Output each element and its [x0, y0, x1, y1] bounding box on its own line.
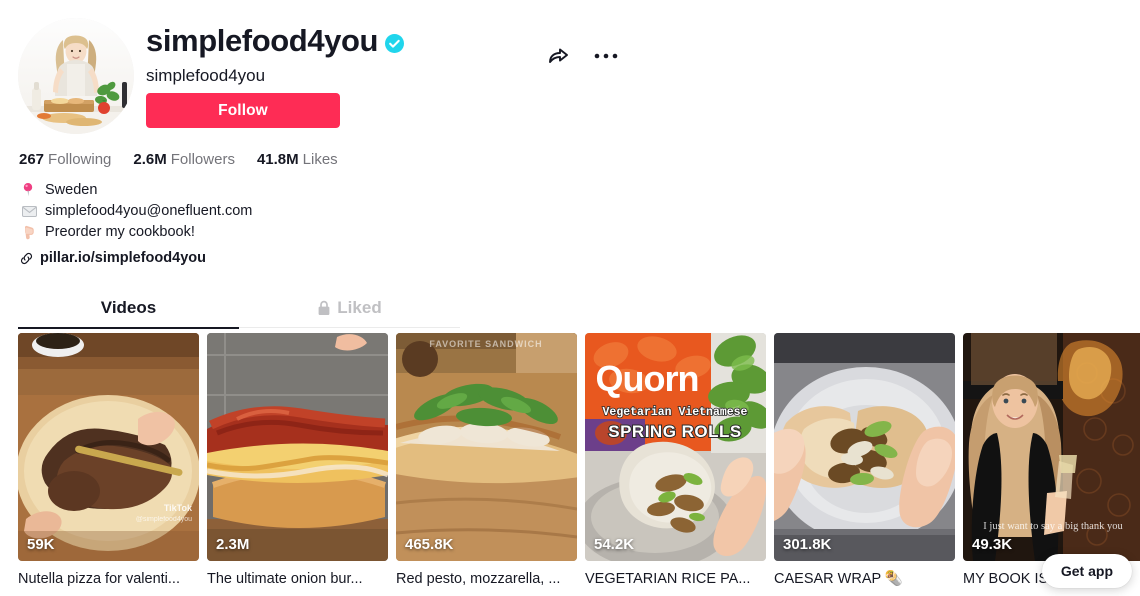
- play-count: 54.2K: [594, 536, 634, 553]
- bio-link-row[interactable]: pillar.io/simplefood4you: [19, 250, 206, 266]
- profile-stats: 267 Following 2.6M Followers 41.8M Likes: [19, 151, 338, 168]
- quorn-line1-text: Vegetarian Vietnamese: [603, 406, 748, 419]
- following-count: 267: [19, 151, 45, 168]
- stat-likes: 41.8M Likes: [257, 151, 338, 168]
- play-count: 301.8K: [783, 536, 831, 553]
- thumbnail-pesto-sandwich[interactable]: FAVORITE SANDWICH 465.8K: [396, 333, 577, 561]
- likes-count: 41.8M: [256, 151, 299, 168]
- play-count: 49.3K: [972, 536, 1012, 553]
- play-count: 2.3M: [216, 536, 249, 553]
- profile-bio: Sweden simplefood4you@onefluent.com Preo…: [22, 181, 252, 244]
- watermark-handle: @simplefood4you: [135, 516, 192, 523]
- video-card: 301.8K CAESAR WRAP 🌯: [774, 333, 955, 588]
- video-card: Quorn Vegetarian Vietnamese SPRING ROLLS…: [585, 333, 766, 588]
- more-horizontal-icon: [594, 53, 618, 59]
- video-card: FAVORITE SANDWICH 465.8K Red pesto, mozz…: [396, 333, 577, 588]
- bio-location-text: Sweden: [45, 182, 98, 198]
- pushpin-icon: [22, 183, 40, 197]
- link-chain-icon: [20, 252, 33, 264]
- avatar[interactable]: [18, 18, 134, 134]
- thumbnail-quorn-spring-rolls[interactable]: Quorn Vegetarian Vietnamese SPRING ROLLS…: [585, 333, 766, 561]
- play-icon: [783, 536, 955, 561]
- video-card: TikTok @simplefood4you 59K Nutella pizza…: [18, 333, 199, 588]
- stat-followers[interactable]: 2.6M Followers: [133, 151, 235, 168]
- followers-label: Followers: [170, 151, 235, 168]
- play-icon: [405, 536, 577, 561]
- overlay-text-label: FAVORITE SANDWICH: [429, 339, 542, 349]
- follow-button[interactable]: Follow: [146, 93, 340, 128]
- overlay-thankyou-text: I just want to say a big thank you: [983, 521, 1123, 532]
- nickname: simplefood4you: [146, 66, 266, 85]
- quorn-spring-rolls-image: Quorn Vegetarian Vietnamese SPRING ROLLS: [585, 333, 766, 561]
- video-caption[interactable]: Red pesto, mozzarella, ...: [396, 570, 577, 588]
- thumbnail-onion-burger[interactable]: 2.3M: [207, 333, 388, 561]
- stat-following[interactable]: 267 Following: [19, 151, 111, 168]
- profile-tabs: Videos Liked: [18, 288, 460, 329]
- share-button[interactable]: [546, 44, 570, 68]
- page-title: simplefood4you: [146, 23, 379, 58]
- book-announcement-image: I just want to say a big thank you: [963, 333, 1140, 561]
- play-icon: [27, 536, 199, 561]
- video-grid: TikTok @simplefood4you 59K Nutella pizza…: [18, 333, 1140, 588]
- tab-liked-label: Liked: [337, 298, 382, 317]
- play-count: 59K: [27, 536, 55, 553]
- header-actions: [546, 44, 618, 68]
- tab-liked[interactable]: Liked: [239, 288, 460, 328]
- tiktok-watermark: TikTok @simplefood4you: [136, 503, 192, 525]
- caesar-wrap-image: [774, 333, 955, 561]
- quorn-line2-text: SPRING ROLLS: [608, 422, 742, 441]
- thumbnail-nutella-pizza[interactable]: TikTok @simplefood4you 59K: [18, 333, 199, 561]
- thumbnail-caesar-wrap[interactable]: 301.8K: [774, 333, 955, 561]
- video-caption[interactable]: VEGETARIAN RICE PA...: [585, 570, 766, 588]
- bio-line-email: simplefood4you@onefluent.com: [22, 202, 252, 220]
- video-caption[interactable]: Nutella pizza for valenti...: [18, 570, 199, 588]
- username-row: simplefood4you: [146, 23, 405, 58]
- tab-videos[interactable]: Videos: [18, 288, 239, 329]
- pesto-sandwich-image: FAVORITE SANDWICH: [396, 333, 577, 561]
- nutella-pizza-image: [18, 333, 199, 561]
- watermark-brand: TikTok: [163, 503, 192, 513]
- following-label: Following: [48, 151, 112, 168]
- likes-label: Likes: [302, 151, 338, 168]
- play-icon: [216, 536, 388, 561]
- envelope-icon: [22, 205, 40, 217]
- bio-email-text: simplefood4you@onefluent.com: [45, 203, 253, 219]
- video-caption[interactable]: CAESAR WRAP 🌯: [774, 570, 955, 588]
- play-count: 465.8K: [405, 536, 453, 553]
- more-options-button[interactable]: [594, 52, 618, 60]
- bio-line-cookbook: Preorder my cookbook!: [22, 223, 252, 241]
- share-arrow-icon: [549, 48, 568, 63]
- video-card: 2.3M The ultimate onion bur...: [207, 333, 388, 588]
- bio-cookbook-text: Preorder my cookbook!: [45, 224, 195, 240]
- tiktok-profile-page: simplefood4you simplefood4you Follow 267…: [0, 0, 1140, 596]
- video-caption[interactable]: The ultimate onion bur...: [207, 570, 388, 588]
- get-app-button[interactable]: Get app: [1041, 554, 1132, 588]
- profile-header: simplefood4you simplefood4you Follow: [18, 18, 618, 138]
- tab-videos-label: Videos: [100, 298, 157, 317]
- thumbnail-book-announcement[interactable]: I just want to say a big thank you 49.3K: [963, 333, 1140, 561]
- point-down-hand-icon: [22, 225, 40, 240]
- play-icon: [594, 536, 766, 561]
- verified-badge-icon: [385, 33, 405, 53]
- followers-count: 2.6M: [133, 151, 167, 168]
- bio-link-text[interactable]: pillar.io/simplefood4you: [40, 250, 206, 266]
- bio-line-location: Sweden: [22, 181, 252, 199]
- quorn-brand-text: Quorn: [596, 358, 699, 399]
- video-card: I just want to say a big thank you 49.3K…: [963, 333, 1140, 588]
- onion-burger-image: [207, 333, 388, 561]
- profile-avatar-photo: [18, 18, 134, 134]
- lock-icon: [318, 300, 330, 315]
